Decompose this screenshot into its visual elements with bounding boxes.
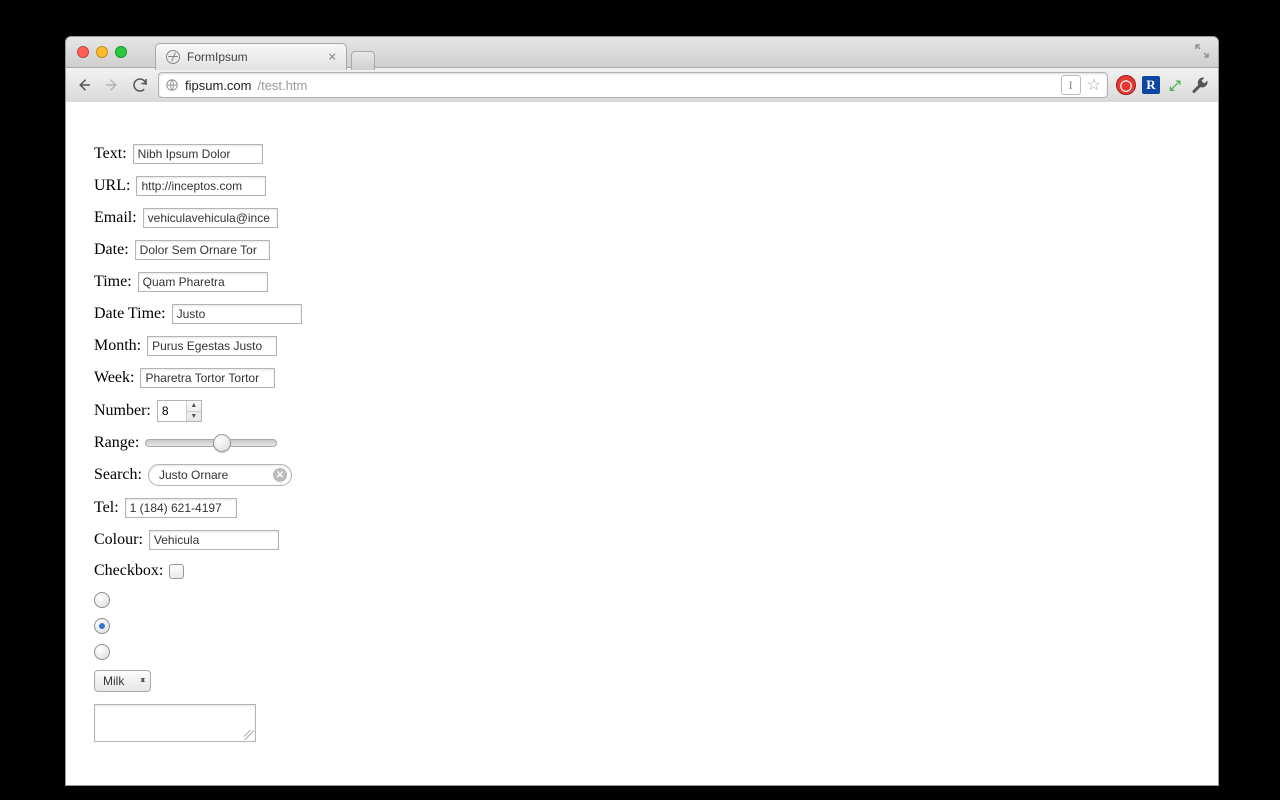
url-label: URL:: [94, 177, 130, 195]
adblock-icon[interactable]: ◯: [1116, 75, 1136, 95]
address-bar[interactable]: fipsum.com/test.htm I ☆: [158, 72, 1108, 98]
number-label: Number:: [94, 402, 151, 420]
omnibox-right: I ☆: [1061, 75, 1101, 95]
week-input[interactable]: [140, 368, 275, 388]
browser-window: FormIpsum ×: [65, 36, 1219, 786]
page-viewport: Text: URL: Email: Date: Time:: [66, 102, 1218, 785]
checkbox-label: Checkbox:: [94, 562, 163, 580]
week-label: Week:: [94, 369, 134, 387]
search-label: Search:: [94, 466, 142, 484]
tab-close-icon[interactable]: ×: [328, 50, 336, 63]
reload-button[interactable]: [130, 75, 150, 95]
radio-option-2[interactable]: [94, 618, 110, 634]
month-label: Month:: [94, 337, 141, 355]
titlebar: FormIpsum ×: [66, 37, 1218, 68]
new-tab-button[interactable]: [351, 51, 375, 70]
favicon-globe-icon: [166, 50, 180, 64]
close-window-button[interactable]: [77, 46, 89, 58]
step-up-icon[interactable]: ▲: [187, 401, 201, 412]
date-input[interactable]: [135, 240, 270, 260]
number-value[interactable]: [158, 401, 186, 421]
range-label: Range:: [94, 434, 139, 452]
extensions-strip: ◯ R ⤢: [1116, 75, 1210, 95]
minimize-window-button[interactable]: [96, 46, 108, 58]
zoom-window-button[interactable]: [115, 46, 127, 58]
range-thumb[interactable]: [213, 434, 231, 452]
search-input[interactable]: Justo Ornare ✕: [148, 464, 292, 486]
tab-title: FormIpsum: [187, 50, 248, 64]
time-input[interactable]: [138, 272, 268, 292]
datetime-input[interactable]: [172, 304, 302, 324]
browser-toolbar: fipsum.com/test.htm I ☆ ◯ R ⤢: [66, 68, 1218, 103]
search-clear-icon[interactable]: ✕: [273, 468, 287, 482]
email-input[interactable]: [143, 208, 278, 228]
readability-icon[interactable]: R: [1142, 76, 1160, 94]
datetime-label: Date Time:: [94, 305, 166, 323]
text-input[interactable]: [133, 144, 263, 164]
wrench-menu-button[interactable]: [1190, 75, 1210, 95]
time-label: Time:: [94, 273, 132, 291]
bookmark-star-icon[interactable]: ☆: [1087, 75, 1101, 95]
window-controls: [66, 46, 127, 58]
colour-input[interactable]: [149, 530, 279, 550]
url-path: /test.htm: [257, 78, 307, 93]
url-input[interactable]: [136, 176, 266, 196]
maximize-hint-icon: [1194, 43, 1210, 59]
fullscreen-extension-icon[interactable]: ⤢: [1166, 76, 1184, 94]
checkbox-input[interactable]: [169, 564, 184, 579]
range-slider[interactable]: [145, 439, 277, 447]
textarea-input[interactable]: [94, 704, 256, 742]
radio-group: [94, 592, 1218, 660]
number-stepper[interactable]: ▲ ▼: [186, 401, 201, 421]
search-value: Justo Ornare: [159, 468, 228, 482]
tel-input[interactable]: [125, 498, 237, 518]
radio-option-3[interactable]: [94, 644, 110, 660]
instapaper-icon[interactable]: I: [1061, 75, 1081, 95]
step-down-icon[interactable]: ▼: [187, 412, 201, 422]
nav-back-button[interactable]: [74, 75, 94, 95]
month-input[interactable]: [147, 336, 277, 356]
tel-label: Tel:: [94, 499, 119, 517]
text-label: Text:: [94, 145, 127, 163]
email-label: Email:: [94, 209, 137, 227]
colour-label: Colour:: [94, 531, 143, 549]
form-area: Text: URL: Email: Date: Time:: [66, 102, 1218, 742]
select-dropdown[interactable]: Milk ▲▼: [94, 670, 151, 692]
site-identity-icon: [165, 78, 179, 92]
url-host: fipsum.com: [185, 78, 251, 93]
number-input[interactable]: ▲ ▼: [157, 400, 202, 422]
radio-option-1[interactable]: [94, 592, 110, 608]
select-value: Milk: [103, 674, 124, 688]
browser-tab[interactable]: FormIpsum ×: [155, 43, 347, 70]
resize-grip-icon[interactable]: [244, 730, 254, 740]
date-label: Date:: [94, 241, 129, 259]
nav-forward-button[interactable]: [102, 75, 122, 95]
